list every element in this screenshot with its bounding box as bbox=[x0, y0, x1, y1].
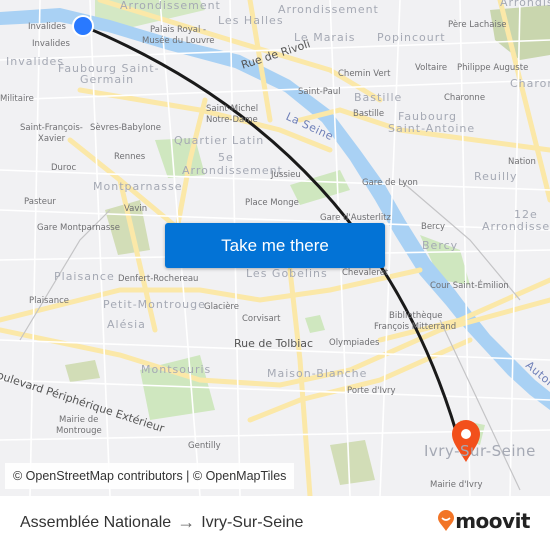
label-gare-austerlitz: Gare d'Austerlitz bbox=[320, 213, 391, 223]
label-montrouge: Montrouge bbox=[56, 426, 102, 436]
label-les-halles: Les Halles bbox=[218, 14, 284, 27]
label-germain: Germain bbox=[80, 73, 135, 86]
label-montparnasse: Montparnasse bbox=[93, 180, 183, 193]
label-francois-mitterrand: François Mitterrand bbox=[374, 322, 457, 332]
label-charonne-district: Charonne bbox=[510, 77, 550, 90]
label-duroc: Duroc bbox=[51, 163, 77, 173]
label-jussieu: Jussieu bbox=[271, 170, 301, 180]
label-12e-arrondissement: Arrondissement bbox=[482, 220, 550, 233]
destination-name: Ivry-Sur-Seine bbox=[201, 513, 304, 531]
label-5e-arrondissement: Arrondissement bbox=[182, 164, 283, 177]
label-gentilly: Gentilly bbox=[188, 441, 221, 451]
label-chemin-vert: Chemin Vert bbox=[338, 69, 391, 79]
label-olympiades: Olympiades bbox=[329, 338, 380, 348]
label-sevres-babylone: Sèvres-Babylone bbox=[90, 123, 162, 133]
map-attribution[interactable]: © OpenStreetMap contributors | © OpenMap… bbox=[5, 463, 295, 489]
moovit-pin-icon bbox=[438, 510, 455, 531]
label-notre-dame: Notre-Dame bbox=[206, 115, 258, 125]
label-philippe-auguste: Philippe Auguste bbox=[457, 63, 529, 73]
label-1er-arrondissement: Arrondissement bbox=[120, 0, 221, 12]
label-invalides-2: Invalides bbox=[32, 39, 70, 49]
label-alesia: Alésia bbox=[107, 318, 146, 331]
map-view[interactable]: Arrondissement Les Halles Arrondissement… bbox=[0, 0, 550, 496]
label-porte-divry: Porte d'Ivry bbox=[347, 386, 396, 396]
label-saint-francois: Saint-François- bbox=[20, 123, 83, 133]
label-bercy-district: Bercy bbox=[422, 239, 459, 252]
label-denfert-rochereau: Denfert-Rochereau bbox=[118, 274, 199, 284]
label-montsouris: Montsouris bbox=[141, 363, 212, 376]
label-militaire: Militaire bbox=[0, 94, 34, 104]
take-me-there-button[interactable]: Take me there bbox=[165, 223, 385, 268]
label-charonne: Charonne bbox=[444, 93, 486, 103]
park-cite-universitaire bbox=[65, 360, 100, 382]
attribution-text[interactable]: © OpenStreetMap contributors | © OpenMap… bbox=[13, 469, 286, 483]
label-palais-royal: Palais Royal - bbox=[150, 25, 207, 35]
label-20e-arrondissement: Arrondissement bbox=[500, 0, 550, 9]
label-invalides: Invalides bbox=[28, 22, 66, 32]
label-vavin: Vavin bbox=[124, 204, 148, 214]
label-ivry-sur-seine: Ivry-Sur-Seine bbox=[424, 442, 536, 460]
label-pere-lachaise: Père Lachaise bbox=[448, 20, 507, 30]
moovit-wordmark: moovit bbox=[455, 509, 530, 533]
label-mairie-de: Mairie de bbox=[59, 415, 99, 425]
label-saint-michel: Saint-Michel bbox=[206, 104, 259, 114]
label-plaisance-district: Plaisance bbox=[54, 270, 115, 283]
label-saint-antoine: Saint-Antoine bbox=[388, 122, 476, 135]
label-mairie-divry: Mairie d'Ivry bbox=[430, 480, 483, 490]
label-maison-blanche: Maison-Blanche bbox=[267, 367, 368, 380]
footer: Assemblée Nationale → Ivry-Sur-Seine moo… bbox=[0, 496, 550, 550]
park-ivry bbox=[330, 440, 375, 485]
label-gare-de-lyon: Gare de Lyon bbox=[362, 178, 418, 188]
label-musee-louvre: Musée du Louvre bbox=[142, 36, 215, 46]
label-3e-arrondissement: Arrondissement bbox=[278, 3, 379, 16]
label-corvisart: Corvisart bbox=[242, 314, 281, 324]
label-pasteur: Pasteur bbox=[24, 197, 56, 207]
label-5e: 5e bbox=[218, 151, 234, 164]
origin-name: Assemblée Nationale bbox=[20, 513, 172, 531]
label-quartier-latin: Quartier Latin bbox=[174, 134, 265, 147]
label-bastille: Bastille bbox=[353, 109, 385, 119]
label-place-monge: Place Monge bbox=[245, 198, 299, 208]
label-gare-montparnasse: Gare Montparnasse bbox=[37, 223, 120, 233]
park-olympiades bbox=[305, 315, 325, 333]
label-petit-montrouge: Petit-Montrouge bbox=[103, 298, 206, 311]
label-les-gobelins: Les Gobelins bbox=[246, 267, 328, 280]
label-saint-paul: Saint-Paul bbox=[298, 87, 341, 97]
moovit-logo[interactable]: moovit bbox=[437, 509, 530, 533]
label-bibliotheque: Bibliothèque bbox=[389, 311, 443, 321]
route-title: Assemblée Nationale → Ivry-Sur-Seine bbox=[20, 512, 303, 533]
label-popincourt: Popincourt bbox=[377, 31, 446, 44]
label-invalides-district: Invalides bbox=[6, 55, 65, 68]
label-plaisance: Plaisance bbox=[29, 296, 69, 306]
origin-marker[interactable] bbox=[72, 15, 94, 37]
label-glaciere: Glacière bbox=[204, 302, 239, 312]
label-bastille-district: Bastille bbox=[354, 91, 403, 104]
label-rue-de-tolbiac: Rue de Tolbiac bbox=[234, 337, 314, 350]
label-rennes: Rennes bbox=[114, 152, 146, 162]
label-voltaire: Voltaire bbox=[415, 63, 448, 73]
arrow-right-icon: → bbox=[177, 512, 196, 532]
label-nation: Nation bbox=[508, 157, 536, 167]
label-xavier: Xavier bbox=[38, 134, 66, 144]
label-chevaleret: Chevaleret bbox=[342, 268, 389, 278]
label-reuilly: Reuilly bbox=[474, 170, 518, 183]
label-bercy: Bercy bbox=[421, 222, 446, 232]
label-cour-saint-emilion: Cour Saint-Émilion bbox=[430, 281, 509, 291]
